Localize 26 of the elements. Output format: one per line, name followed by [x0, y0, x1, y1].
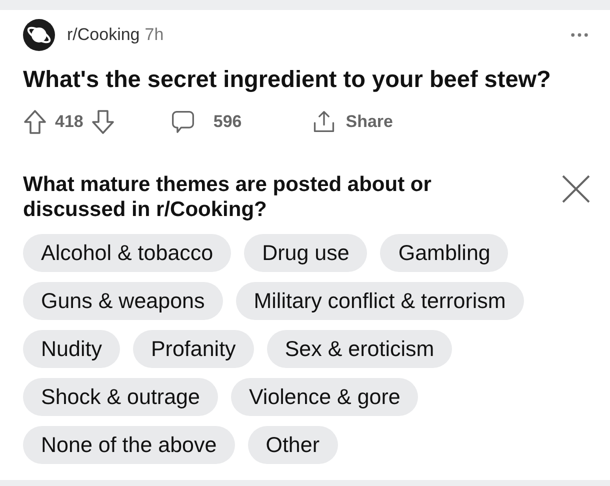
close-icon[interactable]: [561, 174, 591, 204]
theme-chip[interactable]: Drug use: [244, 234, 368, 272]
theme-chip[interactable]: Other: [248, 426, 338, 464]
theme-chip[interactable]: Gambling: [380, 234, 508, 272]
comment-icon[interactable]: [171, 109, 196, 135]
theme-chip[interactable]: Sex & eroticism: [266, 330, 452, 368]
downvote-icon[interactable]: [91, 109, 116, 135]
more-options-icon[interactable]: [570, 32, 589, 38]
theme-chip[interactable]: Profanity: [132, 330, 254, 368]
community-avatar-icon[interactable]: [23, 19, 55, 51]
vote-count: 418: [55, 112, 84, 132]
community-name[interactable]: r/Cooking: [67, 25, 140, 45]
share-icon[interactable]: [312, 109, 336, 135]
upvote-icon[interactable]: [23, 109, 47, 135]
survey-question: What mature themes are posted about or discussed in r/Cooking?: [23, 172, 432, 222]
theme-chip[interactable]: Violence & gore: [230, 378, 418, 416]
theme-chip[interactable]: None of the above: [23, 426, 235, 464]
share-button[interactable]: Share: [346, 112, 393, 132]
comment-count: 596: [213, 112, 242, 132]
theme-chip[interactable]: Nudity: [23, 330, 120, 368]
post-age: 7h: [144, 25, 164, 45]
theme-chip[interactable]: Shock & outrage: [23, 378, 218, 416]
theme-chip[interactable]: Alcohol & tobacco: [23, 234, 232, 272]
theme-chip[interactable]: Military conflict & terrorism: [236, 282, 524, 320]
theme-chip[interactable]: Guns & weapons: [23, 282, 223, 320]
post-title[interactable]: What's the secret ingredient to your beef stew?: [23, 66, 587, 92]
